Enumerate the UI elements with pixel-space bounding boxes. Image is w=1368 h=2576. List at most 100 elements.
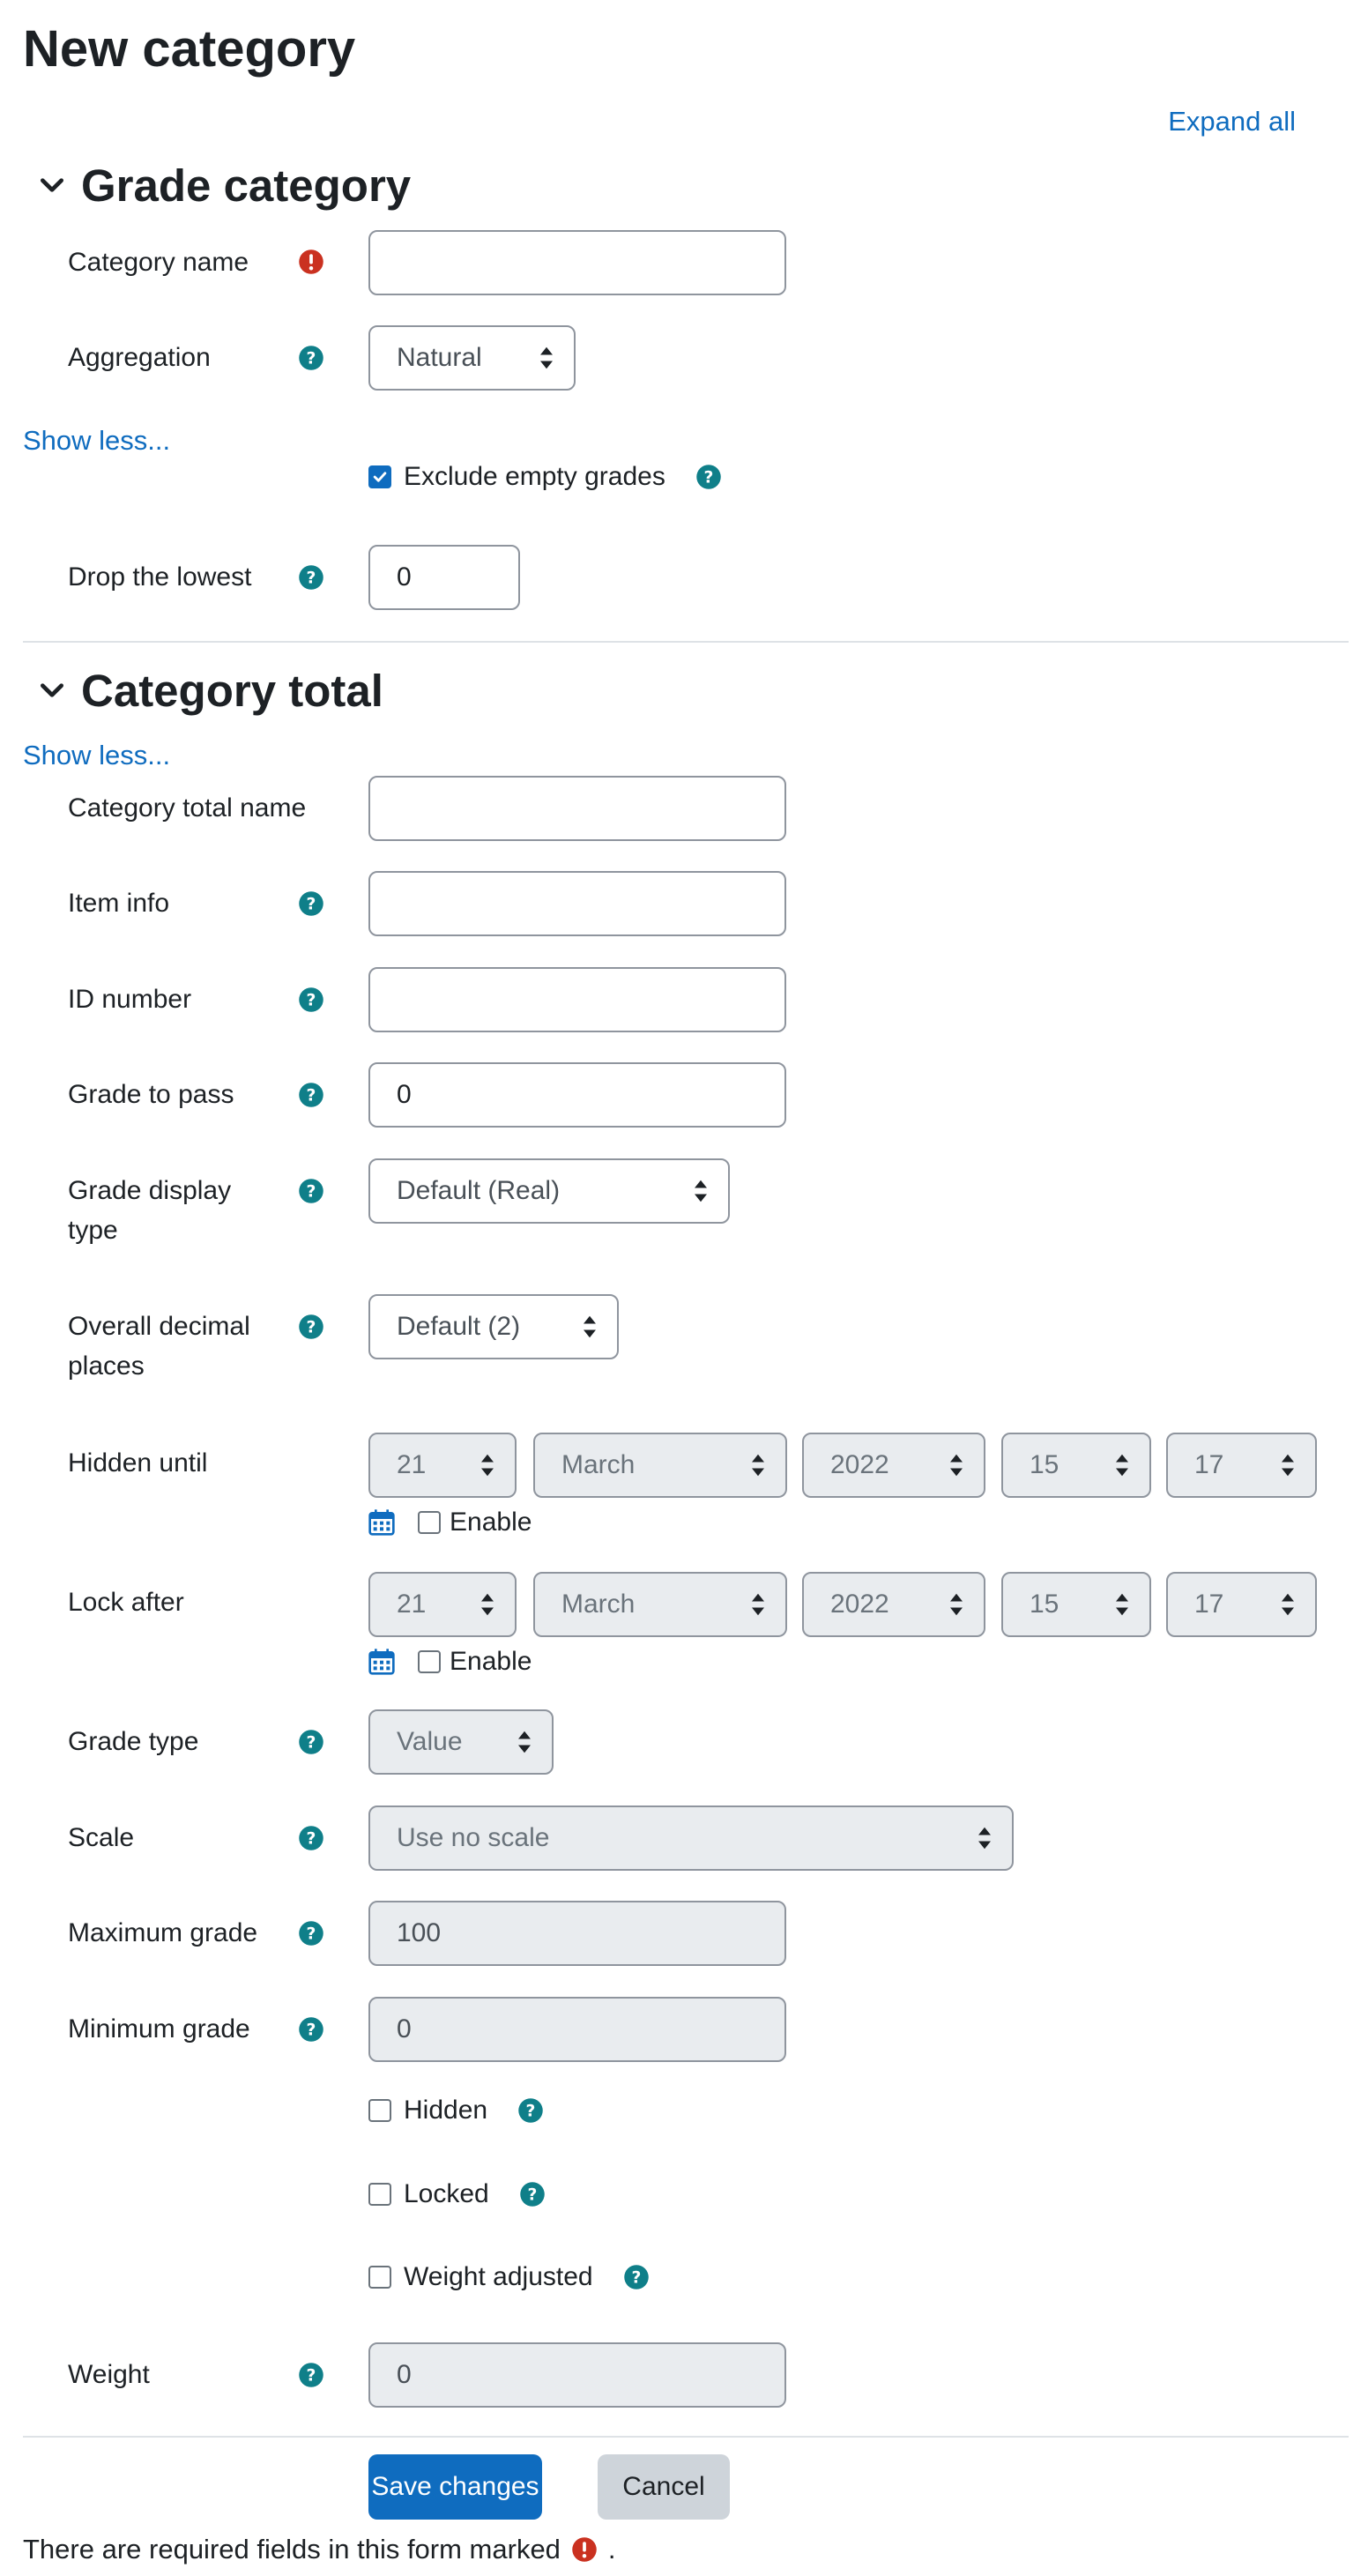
decimal-places-select[interactable]: Default (2)	[368, 1294, 619, 1359]
lock-after-hour-select[interactable]: 15	[1001, 1572, 1151, 1637]
calendar-icon[interactable]	[368, 1648, 396, 1680]
checkbox-unchecked[interactable]	[368, 2183, 391, 2206]
sort-caret-icon	[978, 1827, 991, 1850]
weight-input[interactable]	[368, 2342, 786, 2408]
hidden-until-minute-select[interactable]: 17	[1166, 1433, 1317, 1498]
lock-after-month-select[interactable]: March	[533, 1572, 787, 1637]
checkbox-unchecked[interactable]	[368, 2266, 391, 2289]
max-grade-input[interactable]	[368, 1901, 786, 1966]
lock-after-label: Lock after	[68, 1588, 184, 1617]
scale-label: Scale	[68, 1823, 135, 1852]
show-less-link[interactable]: Show less...	[23, 423, 170, 458]
chevron-down-icon[interactable]	[23, 655, 81, 726]
hidden-until-enable-checkbox[interactable]: Enable	[418, 1508, 532, 1537]
sort-caret-icon	[752, 1454, 764, 1477]
decimal-places-label: Overall decimal places	[68, 1312, 250, 1381]
chevron-down-icon[interactable]	[23, 150, 81, 220]
svg-text:?: ?	[307, 991, 316, 1009]
select-value: 2022	[830, 1590, 889, 1619]
drop-lowest-input[interactable]	[368, 545, 520, 610]
section-grade-category[interactable]: Grade category	[23, 150, 411, 220]
help-icon[interactable]: ?	[623, 2264, 650, 2290]
help-icon[interactable]: ?	[695, 464, 722, 490]
hidden-checkbox[interactable]: Hidden ?	[368, 2096, 544, 2126]
help-icon[interactable]: ?	[298, 1920, 324, 1947]
section-category-total[interactable]: Category total	[23, 655, 383, 726]
checkbox-label: Enable	[450, 1647, 532, 1676]
checkbox-unchecked[interactable]	[368, 2099, 391, 2122]
help-icon[interactable]: ?	[298, 345, 324, 371]
aggregation-select[interactable]: Natural	[368, 325, 576, 391]
hidden-until-month-select[interactable]: March	[533, 1433, 787, 1498]
section-divider	[23, 641, 1349, 643]
sort-caret-icon	[1282, 1593, 1294, 1616]
select-value: 21	[397, 1590, 427, 1619]
sort-caret-icon	[752, 1593, 764, 1616]
save-changes-button[interactable]: Save changes	[368, 2454, 542, 2520]
svg-text:?: ?	[307, 2021, 316, 2039]
exclude-empty-grades-checkbox[interactable]: Exclude empty grades ?	[368, 462, 722, 492]
grade-type-select[interactable]: Value	[368, 1709, 554, 1775]
sort-caret-icon	[695, 1180, 707, 1202]
checkbox-label: Locked	[404, 2179, 489, 2208]
svg-text:?: ?	[307, 1925, 316, 1943]
sort-caret-icon	[1282, 1454, 1294, 1477]
checkbox-checked[interactable]	[368, 465, 391, 488]
item-info-label: Item info	[68, 889, 170, 918]
weight-label: Weight	[68, 2360, 150, 2389]
svg-text:?: ?	[307, 569, 316, 587]
cancel-button[interactable]: Cancel	[598, 2454, 730, 2520]
help-icon[interactable]: ?	[298, 1825, 324, 1851]
lock-after-minute-select[interactable]: 17	[1166, 1572, 1317, 1637]
locked-checkbox[interactable]: Locked ?	[368, 2179, 546, 2209]
weight-adjusted-checkbox[interactable]: Weight adjusted ?	[368, 2262, 650, 2292]
min-grade-label: Minimum grade	[68, 2014, 250, 2044]
svg-text:?: ?	[307, 349, 316, 368]
hidden-until-hour-select[interactable]: 15	[1001, 1433, 1151, 1498]
help-icon[interactable]: ?	[298, 2016, 324, 2043]
checkbox-unchecked[interactable]	[418, 1650, 441, 1673]
category-name-input[interactable]	[368, 230, 786, 295]
checkbox-label: Exclude empty grades	[404, 462, 665, 491]
help-icon[interactable]: ?	[519, 2181, 546, 2207]
lock-after-enable-checkbox[interactable]: Enable	[418, 1647, 532, 1677]
min-grade-input[interactable]	[368, 1997, 786, 2062]
svg-text:?: ?	[703, 468, 713, 487]
grade-to-pass-label: Grade to pass	[68, 1080, 234, 1109]
check-icon	[373, 472, 387, 482]
category-total-name-input[interactable]	[368, 776, 786, 841]
scale-select[interactable]: Use no scale	[368, 1805, 1014, 1871]
form-divider	[23, 2436, 1349, 2438]
expand-all-link[interactable]: Expand all	[1168, 104, 1296, 139]
item-info-input[interactable]	[368, 871, 786, 936]
help-icon[interactable]: ?	[298, 2362, 324, 2388]
category-name-label: Category name	[68, 248, 249, 277]
lock-after-day-select[interactable]: 21	[368, 1572, 517, 1637]
help-icon[interactable]: ?	[298, 564, 324, 591]
checkbox-unchecked[interactable]	[418, 1511, 441, 1534]
help-icon[interactable]: ?	[298, 1729, 324, 1755]
help-icon[interactable]: ?	[517, 2097, 544, 2124]
help-icon[interactable]: ?	[298, 1314, 324, 1340]
help-icon[interactable]: ?	[298, 986, 324, 1013]
section-heading: Grade category	[81, 160, 412, 211]
calendar-icon[interactable]	[368, 1508, 396, 1541]
sort-caret-icon	[540, 346, 553, 369]
sort-caret-icon	[1116, 1593, 1128, 1616]
svg-text:?: ?	[307, 1733, 316, 1752]
id-number-input[interactable]	[368, 967, 786, 1032]
show-less-link[interactable]: Show less...	[23, 738, 170, 773]
lock-after-year-select[interactable]: 2022	[802, 1572, 985, 1637]
grade-display-type-select[interactable]: Default (Real)	[368, 1158, 730, 1224]
svg-text:?: ?	[307, 1829, 316, 1848]
hidden-until-year-select[interactable]: 2022	[802, 1433, 985, 1498]
grade-to-pass-input[interactable]	[368, 1062, 786, 1128]
help-icon[interactable]: ?	[298, 1178, 324, 1204]
help-icon[interactable]: ?	[298, 1082, 324, 1108]
svg-text:?: ?	[526, 2102, 536, 2120]
hidden-until-day-select[interactable]: 21	[368, 1433, 517, 1498]
select-value: March	[561, 1590, 636, 1619]
required-note-period: .	[607, 2534, 616, 2565]
select-value: Default (Real)	[397, 1176, 561, 1205]
help-icon[interactable]: ?	[298, 890, 324, 917]
